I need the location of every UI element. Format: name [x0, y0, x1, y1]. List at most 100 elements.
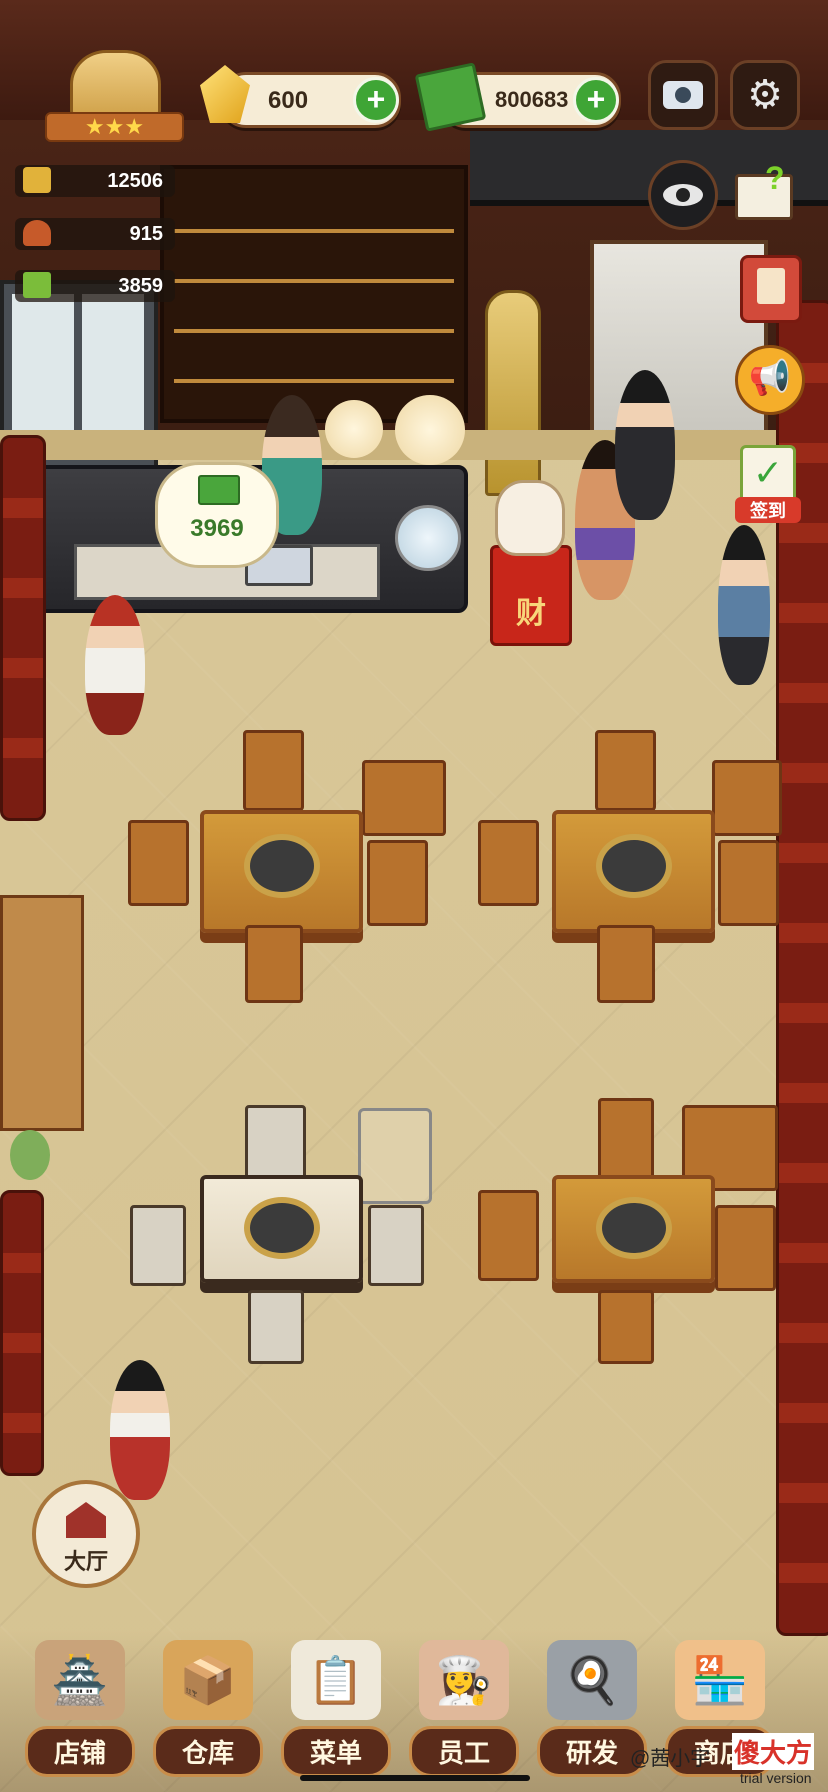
hall-button[interactable]: 大厅: [32, 1480, 140, 1588]
hotpot-icon: [244, 1197, 320, 1259]
watermark-author: @茜小宇: [630, 1748, 711, 1770]
dish-cover-icon: [23, 220, 51, 246]
stat-value: 3859: [118, 275, 164, 297]
hotpot-icon: [23, 167, 51, 193]
chair[interactable]: [130, 1205, 186, 1286]
menu-clipboard-icon: 📋: [291, 1640, 381, 1720]
wok-icon: 🍳: [547, 1640, 637, 1720]
chef-npc[interactable]: [85, 595, 145, 735]
left-pillar: [0, 435, 46, 821]
nav-label: 仓库: [153, 1726, 263, 1777]
eye-icon: [663, 184, 703, 206]
customer-npc[interactable]: [615, 370, 675, 520]
chair[interactable]: [245, 925, 303, 1003]
cash-icon: [198, 475, 240, 505]
chair[interactable]: [478, 1190, 539, 1281]
chair[interactable]: [128, 820, 189, 906]
watermark-logo: 傻大方: [732, 1733, 815, 1770]
event-scroll-button[interactable]: [740, 255, 802, 323]
stat-row: 12506: [15, 165, 175, 197]
stat-value: 915: [129, 223, 163, 245]
cash-stack-icon: [414, 62, 487, 132]
hotpot-table[interactable]: [552, 810, 715, 933]
chair[interactable]: [367, 840, 428, 926]
nav-label: 店铺: [25, 1726, 135, 1777]
checkin-label: 签到: [735, 497, 801, 523]
nav-menu[interactable]: 📋 菜单: [281, 1640, 391, 1777]
paper-lantern: [325, 400, 383, 458]
camera-button[interactable]: [648, 60, 718, 130]
nav-shop[interactable]: 🏯 店铺: [25, 1640, 135, 1777]
chair[interactable]: [715, 1205, 776, 1291]
home-indicator: [300, 1775, 530, 1781]
shop-building-icon: 🏯: [35, 1640, 125, 1720]
stat-row: 3859: [15, 270, 175, 302]
settings-button[interactable]: ⚙: [730, 60, 800, 130]
waiter-npc[interactable]: [718, 525, 770, 685]
watermark-trial: trial version: [740, 1770, 812, 1786]
waitress-npc[interactable]: [110, 1360, 170, 1500]
checkin-button[interactable]: ✓ 签到: [735, 445, 801, 525]
chair[interactable]: [598, 1290, 654, 1364]
chair[interactable]: [368, 1205, 424, 1286]
announcement-button[interactable]: 📢: [735, 345, 805, 415]
star-rating-icon: ★★★: [45, 112, 184, 142]
gem-amount: 600: [268, 87, 309, 114]
stat-value: 12506: [107, 170, 163, 192]
nav-label: 员工: [409, 1726, 519, 1777]
lucky-cat-plaque: 财: [516, 597, 546, 630]
gem-counter[interactable]: 600 +: [220, 72, 401, 128]
wine-shelf: [160, 165, 468, 423]
paper-lantern: [395, 395, 465, 465]
chair[interactable]: [248, 1290, 304, 1364]
hall-label: 大厅: [63, 1549, 108, 1574]
staff-chef-icon: 👩‍🍳: [419, 1640, 509, 1720]
store-icon: 🏪: [675, 1640, 765, 1720]
chair[interactable]: [595, 730, 656, 811]
potted-plant: [10, 1130, 50, 1180]
nav-label: 菜单: [281, 1726, 391, 1777]
warehouse-boxes-icon: 📦: [163, 1640, 253, 1720]
hotpot-table[interactable]: [200, 1175, 363, 1283]
lucky-cat-pedestal[interactable]: 财: [490, 545, 572, 646]
gear-icon: ⚙: [747, 73, 783, 117]
checkmark-icon: ✓: [740, 445, 796, 503]
left-pillar: [0, 1190, 44, 1476]
chair[interactable]: [245, 1105, 306, 1181]
add-gems-button[interactable]: +: [353, 77, 399, 123]
hotpot-table[interactable]: [552, 1175, 715, 1283]
hotpot-icon: [244, 834, 320, 898]
restaurant-rank-badge[interactable]: ★★★: [45, 50, 184, 142]
megaphone-icon: 📢: [748, 359, 792, 397]
chair[interactable]: [362, 760, 446, 836]
hotpot-icon: [596, 834, 672, 898]
add-cash-button[interactable]: +: [573, 77, 619, 123]
menu-book-icon: [23, 272, 51, 298]
chair[interactable]: [598, 1098, 654, 1179]
chair[interactable]: [712, 760, 782, 836]
chair[interactable]: [243, 730, 304, 811]
help-book-button[interactable]: ?: [735, 160, 795, 220]
question-mark-icon: ?: [765, 160, 785, 196]
chair[interactable]: [718, 840, 779, 926]
coat-rack[interactable]: [358, 1108, 432, 1204]
scroll-icon: [757, 268, 785, 304]
tip-bubble[interactable]: 3969: [155, 462, 279, 568]
golden-trash-bin[interactable]: [485, 290, 541, 496]
hotpot-table[interactable]: [200, 810, 363, 933]
hall-house-icon: [66, 1502, 106, 1538]
snow-globe: [395, 505, 461, 571]
nav-staff[interactable]: 👩‍🍳 员工: [409, 1640, 519, 1777]
tip-amount: 3969: [190, 515, 244, 542]
nav-warehouse[interactable]: 📦 仓库: [153, 1640, 263, 1777]
cash-amount: 800683: [495, 87, 569, 112]
hotpot-icon: [596, 1197, 672, 1259]
stat-row: 915: [15, 218, 175, 250]
game-scene: 3969 财 ★★★ 600 + 800683 + ⚙ 12506 915 38…: [0, 0, 828, 1792]
view-toggle-button[interactable]: [648, 160, 718, 230]
sauce-station[interactable]: [0, 895, 84, 1131]
chair[interactable]: [597, 925, 655, 1003]
chair[interactable]: [478, 820, 539, 906]
camera-icon: [663, 81, 703, 109]
lucky-cat-icon: [495, 480, 565, 556]
